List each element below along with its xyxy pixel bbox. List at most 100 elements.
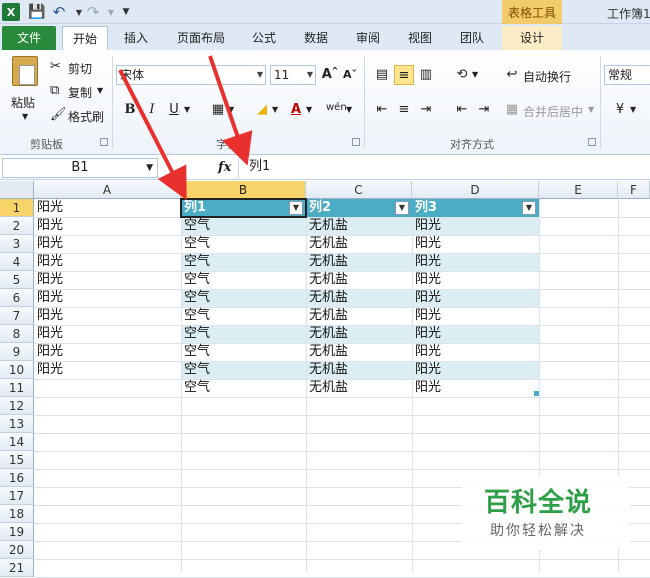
align-bottom-icon[interactable]: ▥ xyxy=(416,65,436,85)
redo-icon[interactable]: ↷ xyxy=(84,3,102,21)
row-header-4[interactable]: 4 xyxy=(0,253,34,271)
row-header-1[interactable]: 1 xyxy=(0,199,34,217)
column-header-b[interactable]: B xyxy=(181,181,306,199)
cell-a6[interactable]: 阳光 xyxy=(34,289,181,307)
cell-b11[interactable]: 空气 xyxy=(181,379,306,397)
cell-a7[interactable]: 阳光 xyxy=(34,307,181,325)
cell-d9[interactable]: 阳光 xyxy=(412,343,539,361)
cell-b3[interactable]: 空气 xyxy=(181,235,306,253)
font-color-icon[interactable]: A xyxy=(286,100,306,120)
row-header-21[interactable]: 21 xyxy=(0,559,34,577)
clipboard-launcher-icon[interactable] xyxy=(100,138,108,146)
font-size-combo[interactable]: 11 ▼ xyxy=(270,65,316,85)
format-painter-button[interactable]: 格式刷 xyxy=(68,108,104,125)
cell-a10[interactable]: 阳光 xyxy=(34,361,181,379)
align-middle-icon[interactable]: ≡ xyxy=(394,65,414,85)
name-box[interactable]: B1 ▼ xyxy=(2,158,158,178)
tab-file[interactable]: 文件 xyxy=(2,26,56,50)
tab-review[interactable]: 审阅 xyxy=(348,26,388,50)
paste-button[interactable]: 粘贴 xyxy=(11,94,35,111)
cell-c5[interactable]: 无机盐 xyxy=(306,271,412,289)
row-header-15[interactable]: 15 xyxy=(0,451,34,469)
excel-app-icon[interactable]: X xyxy=(2,3,20,21)
row-header-9[interactable]: 9 xyxy=(0,343,34,361)
save-icon[interactable]: 💾 xyxy=(28,3,46,21)
undo-icon[interactable]: ↶ xyxy=(50,3,68,21)
cell-a8[interactable]: 阳光 xyxy=(34,325,181,343)
row-header-14[interactable]: 14 xyxy=(0,433,34,451)
scissors-icon[interactable]: ✂ xyxy=(50,59,61,74)
customize-toolbar-icon[interactable]: ▼ xyxy=(117,3,135,21)
column-header-f[interactable]: F xyxy=(618,181,650,199)
align-top-icon[interactable]: ▤ xyxy=(372,65,392,85)
increase-indent-icon[interactable]: ⇥ xyxy=(474,100,494,120)
row-header-6[interactable]: 6 xyxy=(0,289,34,307)
shrink-font-icon[interactable]: Aˇ xyxy=(340,65,360,85)
row-header-10[interactable]: 10 xyxy=(0,361,34,379)
currency-icon[interactable]: ¥ xyxy=(610,100,630,120)
number-format-combo[interactable]: 常规 xyxy=(604,65,650,85)
orientation-dropdown-icon[interactable]: ▼ xyxy=(472,70,478,79)
row-header-2[interactable]: 2 xyxy=(0,217,34,235)
cell-d7[interactable]: 阳光 xyxy=(412,307,539,325)
column-header-c[interactable]: C xyxy=(306,181,412,199)
row-header-8[interactable]: 8 xyxy=(0,325,34,343)
fill-color-icon[interactable]: ◢ xyxy=(252,100,272,120)
cell-d11[interactable]: 阳光 xyxy=(412,379,539,397)
column-header-e[interactable]: E xyxy=(539,181,618,199)
tab-design[interactable]: 设计 xyxy=(502,26,562,50)
cell-b8[interactable]: 空气 xyxy=(181,325,306,343)
cell-a2[interactable]: 阳光 xyxy=(34,217,181,235)
paste-dropdown-icon[interactable]: ▼ xyxy=(22,112,28,121)
cell-b5[interactable]: 空气 xyxy=(181,271,306,289)
merge-icon[interactable]: ▦ xyxy=(502,100,522,120)
brush-icon[interactable]: 🖌 xyxy=(50,107,67,122)
border-icon[interactable]: ▦ xyxy=(208,100,228,120)
cell-d4[interactable]: 阳光 xyxy=(412,253,539,271)
cell-d8[interactable]: 阳光 xyxy=(412,325,539,343)
row-header-16[interactable]: 16 xyxy=(0,469,34,487)
row-header-19[interactable]: 19 xyxy=(0,523,34,541)
underline-dropdown-icon[interactable]: ▼ xyxy=(184,105,190,114)
fill-dropdown-icon[interactable]: ▼ xyxy=(272,105,278,114)
cell-c9[interactable]: 无机盐 xyxy=(306,343,412,361)
font-launcher-icon[interactable] xyxy=(352,138,360,146)
align-left-icon[interactable]: ⇤ xyxy=(372,100,392,120)
row-header-5[interactable]: 5 xyxy=(0,271,34,289)
wrap-text-button[interactable]: 自动换行 xyxy=(523,68,571,85)
font-color-dropdown-icon[interactable]: ▼ xyxy=(306,105,312,114)
filter-dropdown-icon[interactable]: ▼ xyxy=(395,201,409,215)
align-right-icon[interactable]: ⇥ xyxy=(416,100,436,120)
column-header-a[interactable]: A xyxy=(34,181,181,199)
tab-team[interactable]: 团队 xyxy=(452,26,492,50)
cell-c11[interactable]: 无机盐 xyxy=(306,379,412,397)
cut-button[interactable]: 剪切 xyxy=(68,60,92,77)
border-dropdown-icon[interactable]: ▼ xyxy=(228,105,234,114)
cell-b10[interactable]: 空气 xyxy=(181,361,306,379)
cell-c2[interactable]: 无机盐 xyxy=(306,217,412,235)
column-header-d[interactable]: D xyxy=(412,181,539,199)
tab-insert[interactable]: 插入 xyxy=(116,26,156,50)
cell-c10[interactable]: 无机盐 xyxy=(306,361,412,379)
phonetic-dropdown-icon[interactable]: ▼ xyxy=(346,105,352,114)
cell-b7[interactable]: 空气 xyxy=(181,307,306,325)
cell-d10[interactable]: 阳光 xyxy=(412,361,539,379)
orientation-icon[interactable]: ⟲ xyxy=(452,65,472,85)
copy-icon[interactable]: ⧉ xyxy=(50,83,59,98)
italic-button[interactable]: I xyxy=(142,100,162,120)
merge-dropdown-icon[interactable]: ▼ xyxy=(588,105,594,114)
row-header-20[interactable]: 20 xyxy=(0,541,34,559)
copy-button[interactable]: 复制 xyxy=(68,84,92,101)
tab-data[interactable]: 数据 xyxy=(296,26,336,50)
row-header-18[interactable]: 18 xyxy=(0,505,34,523)
formula-input[interactable]: 列1 xyxy=(238,158,650,178)
bold-button[interactable]: B xyxy=(120,100,140,120)
row-header-11[interactable]: 11 xyxy=(0,379,34,397)
cell-b4[interactable]: 空气 xyxy=(181,253,306,271)
cell-c4[interactable]: 无机盐 xyxy=(306,253,412,271)
insert-function-icon[interactable]: fx xyxy=(218,160,231,175)
font-name-combo[interactable]: 宋体 ▼ xyxy=(116,65,266,85)
paste-icon[interactable] xyxy=(12,56,38,86)
tab-view[interactable]: 视图 xyxy=(400,26,440,50)
phonetic-icon[interactable]: wén xyxy=(326,98,347,118)
